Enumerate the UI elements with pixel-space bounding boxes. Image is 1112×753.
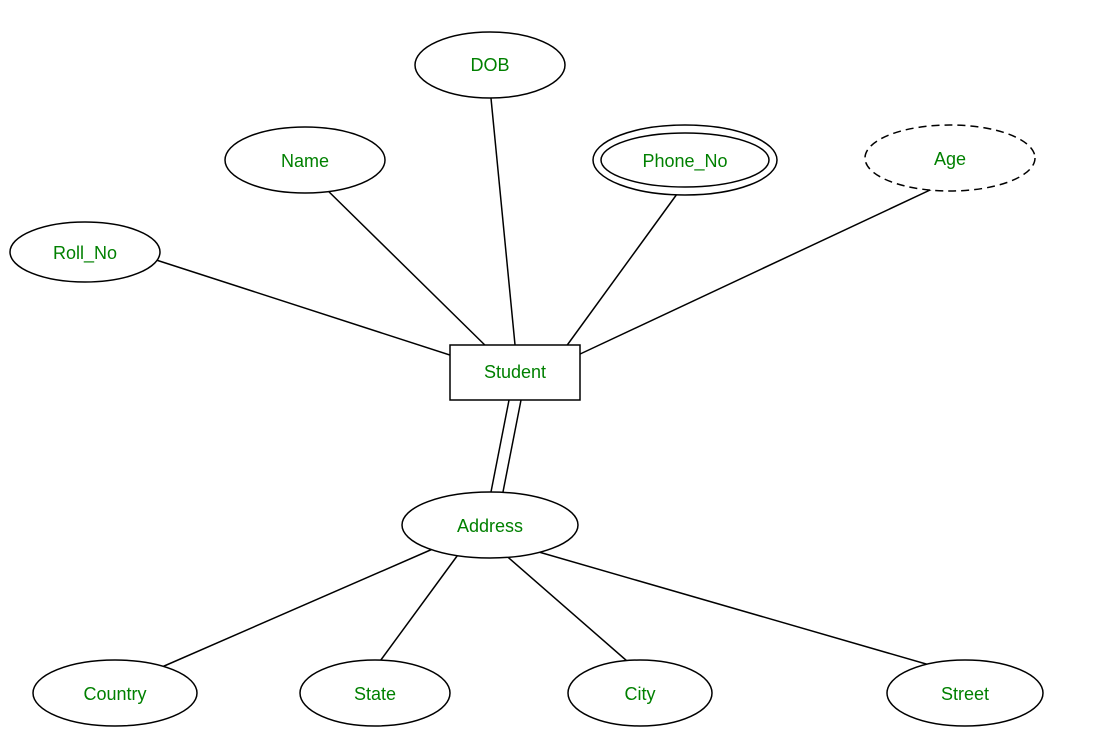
roll-no-label: Roll_No	[53, 243, 117, 264]
name-label: Name	[281, 151, 329, 171]
phone-no-label: Phone_No	[642, 151, 727, 172]
dob-label: DOB	[470, 55, 509, 75]
country-label: Country	[83, 684, 146, 704]
address-label: Address	[457, 516, 523, 536]
student-label: Student	[484, 362, 546, 382]
state-label: State	[354, 684, 396, 704]
city-label: City	[625, 684, 656, 704]
street-label: Street	[941, 684, 989, 704]
age-label: Age	[934, 149, 966, 169]
er-diagram: Student DOB Name Phone_No Age Roll_No Ad…	[0, 0, 1112, 753]
